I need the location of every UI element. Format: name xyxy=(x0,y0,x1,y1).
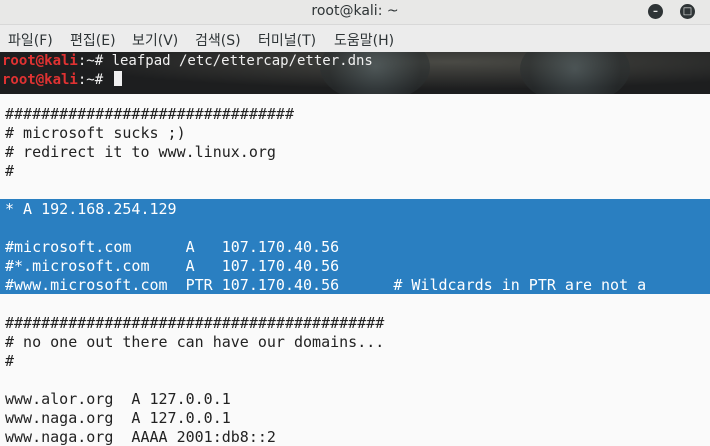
editor-line-selected: #microsoft.com A 107.170.40.56 xyxy=(5,238,340,256)
editor-line: www.alor.org A 127.0.0.1 xyxy=(5,390,231,408)
command-text: :~# leafpad /etc/ettercap/etter.dns xyxy=(77,53,373,69)
editor-line: # xyxy=(5,162,15,180)
editor-line: www.naga.org AAAA 2001:db8::2 xyxy=(5,428,276,446)
editor-line: ################################ xyxy=(5,105,294,123)
terminal-line-2: root@kali:~# xyxy=(2,71,122,88)
wallpaper-eye-right xyxy=(520,52,630,94)
editor-line-selected: * A 192.168.254.129 xyxy=(5,200,177,218)
maximize-icon[interactable]: □ xyxy=(680,4,695,19)
window-title: root@kali: ~ xyxy=(311,3,399,19)
prompt-user: root@kali xyxy=(2,53,78,69)
editor-line: # xyxy=(5,352,15,370)
menu-edit[interactable]: 편집(E) xyxy=(70,30,116,50)
menu-bar: 파일(F) 편집(E) 보기(V) 검색(S) 터미널(T) 도움말(H) xyxy=(0,25,710,51)
editor-line: # redirect it to www.linux.org xyxy=(5,143,276,161)
editor-line: # no one out there can have our domains.… xyxy=(5,333,385,351)
leafpad-editor[interactable]: ################################ # micro… xyxy=(0,94,710,446)
terminal-cursor xyxy=(113,71,122,86)
editor-line: # microsoft sucks ;) xyxy=(5,124,186,142)
prompt-user: root@kali xyxy=(2,72,78,88)
menu-terminal[interactable]: 터미널(T) xyxy=(258,30,316,50)
menu-help[interactable]: 도움말(H) xyxy=(334,30,394,50)
menu-search[interactable]: 검색(S) xyxy=(195,30,241,50)
prompt-text: :~# xyxy=(77,72,112,88)
editor-line-selected: #*.microsoft.com A 107.170.40.56 xyxy=(5,257,340,275)
editor-line-selected: #www.microsoft.com PTR 107.170.40.56 # W… xyxy=(5,276,647,294)
minimize-icon[interactable]: – xyxy=(648,4,663,19)
terminal-line-1: root@kali:~# leafpad /etc/ettercap/etter… xyxy=(2,53,373,69)
terminal-area[interactable]: root@kali:~# leafpad /etc/ettercap/etter… xyxy=(0,52,710,94)
menu-file[interactable]: 파일(F) xyxy=(8,30,53,50)
editor-line: www.naga.org A 127.0.0.1 xyxy=(5,409,231,427)
window-titlebar: root@kali: ~ – □ xyxy=(0,0,710,25)
menu-view[interactable]: 보기(V) xyxy=(132,30,178,50)
editor-line: ########################################… xyxy=(5,314,385,332)
